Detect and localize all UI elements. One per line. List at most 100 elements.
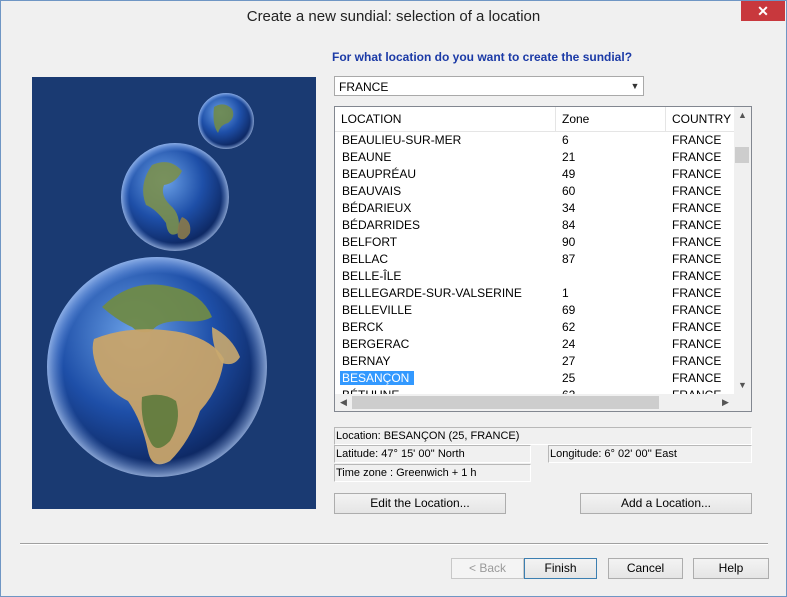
country-cell: FRANCE (672, 167, 722, 181)
country-cell: FRANCE (672, 235, 722, 249)
location-cell: BEAULIEU-SUR-MER (342, 132, 461, 149)
location-cell-text: BELLEGARDE-SUR-VALSERINE (342, 286, 522, 300)
help-button[interactable]: Help (693, 558, 769, 579)
country-cell: FRANCE (672, 218, 722, 232)
list-row[interactable]: BELFORT 90 FRANCE (335, 234, 735, 251)
zone-cell: 49 (562, 167, 576, 181)
location-cell: BERNAY (342, 353, 390, 370)
close-icon: ✕ (757, 3, 769, 19)
close-button[interactable]: ✕ (741, 1, 785, 21)
list-row[interactable]: BÉDARRIDES 84 FRANCE (335, 217, 735, 234)
small-globe (198, 93, 254, 149)
timezone-info: Time zone : Greenwich + 1 h (334, 464, 531, 482)
column-header-zone[interactable]: Zone (556, 107, 666, 131)
finish-button[interactable]: Finish (524, 558, 597, 579)
list-row[interactable]: BELLAC 87 FRANCE (335, 251, 735, 268)
country-cell: FRANCE (672, 371, 722, 385)
location-cell-text: BELFORT (342, 235, 398, 249)
globes-image (32, 77, 316, 509)
country-cell: FRANCE (672, 269, 722, 283)
country-cell: FRANCE (672, 303, 722, 317)
country-cell: FRANCE (672, 150, 722, 164)
location-cell: BEAUVAIS (342, 183, 401, 200)
location-cell-text: BESANÇON (340, 371, 415, 385)
column-header-location[interactable]: LOCATION (335, 107, 556, 131)
vertical-scrollbar[interactable]: ▲ ▼ (734, 107, 751, 394)
list-row[interactable]: BÉDARIEUX 34 FRANCE (335, 200, 735, 217)
list-row[interactable]: BEAUVAIS 60 FRANCE (335, 183, 735, 200)
location-cell: BERGERAC (342, 336, 409, 353)
dialog-window: Create a new sundial: selection of a loc… (0, 0, 787, 597)
arrow-right-icon[interactable]: ▶ (717, 394, 734, 411)
location-cell: BELFORT (342, 234, 397, 251)
longitude-info: Longitude: 6° 02' 00'' East (548, 445, 752, 463)
location-cell-text: BELLE-ÎLE (342, 269, 402, 283)
location-cell-text: BEAUPRÉAU (342, 167, 417, 181)
zone-cell: 1 (562, 286, 569, 300)
list-row[interactable]: BEAUNE 21 FRANCE (335, 149, 735, 166)
location-cell-text: BÉDARRIDES (342, 218, 421, 232)
vertical-scroll-thumb[interactable] (735, 147, 749, 163)
location-list[interactable]: LOCATION Zone COUNTRY BEAULIEU-SUR-MER 6 F… (334, 106, 752, 412)
list-row[interactable]: BERGERAC 24 FRANCE (335, 336, 735, 353)
location-cell-text: BÉDARIEUX (342, 201, 412, 215)
list-row[interactable]: BESANÇON 25 FRANCE (335, 370, 735, 387)
location-question: For what location do you want to create … (332, 50, 633, 64)
country-cell: FRANCE (672, 184, 722, 198)
zone-cell: 24 (562, 337, 576, 351)
zone-cell: 87 (562, 252, 576, 266)
zone-cell: 25 (562, 371, 576, 385)
country-cell: FRANCE (672, 133, 722, 147)
earth-illustration (32, 77, 316, 509)
location-cell: BESANÇON (340, 370, 415, 387)
zone-cell: 69 (562, 303, 576, 317)
list-row[interactable]: BELLE-ÎLE FRANCE (335, 268, 735, 285)
back-button[interactable]: < Back (451, 558, 524, 579)
country-select[interactable]: FRANCE ▼ (334, 76, 644, 96)
list-row[interactable]: BERNAY 27 FRANCE (335, 353, 735, 370)
zone-cell: 27 (562, 354, 576, 368)
chevron-down-icon[interactable]: ▼ (627, 77, 643, 95)
add-location-button[interactable]: Add a Location... (580, 493, 752, 514)
medium-globe (121, 143, 229, 251)
zone-cell: 90 (562, 235, 576, 249)
location-cell-text: BERCK (342, 320, 384, 334)
location-cell: BÉDARRIDES (342, 217, 420, 234)
large-globe (47, 257, 267, 477)
location-cell: BEAUPRÉAU (342, 166, 416, 183)
list-row[interactable]: BEAULIEU-SUR-MER 6 FRANCE (335, 132, 735, 149)
zone-cell: 60 (562, 184, 576, 198)
list-row[interactable]: BELLEVILLE 69 FRANCE (335, 302, 735, 319)
horizontal-scrollbar[interactable]: ◀ ▶ (335, 394, 734, 411)
arrow-left-icon[interactable]: ◀ (335, 394, 352, 411)
location-info: Location: BESANÇON (25, FRANCE) (334, 427, 752, 445)
list-row[interactable]: BEAUPRÉAU 49 FRANCE (335, 166, 735, 183)
edit-location-button[interactable]: Edit the Location... (334, 493, 506, 514)
list-row[interactable]: BELLEGARDE-SUR-VALSERINE 1 FRANCE (335, 285, 735, 302)
latitude-info: Latitude: 47° 15' 00'' North (334, 445, 531, 463)
location-cell: BELLEVILLE (342, 302, 412, 319)
footer-separator (20, 543, 768, 545)
zone-cell: 62 (562, 320, 576, 334)
zone-cell: 34 (562, 201, 576, 215)
location-cell: BERCK (342, 319, 383, 336)
country-cell: FRANCE (672, 354, 722, 368)
zone-cell: 6 (562, 133, 569, 147)
title-bar: Create a new sundial: selection of a loc… (1, 1, 786, 32)
country-cell: FRANCE (672, 252, 722, 266)
list-row[interactable]: BERCK 62 FRANCE (335, 319, 735, 336)
window-title: Create a new sundial: selection of a loc… (246, 8, 541, 25)
arrow-down-icon[interactable]: ▼ (734, 377, 751, 394)
location-cell-text: BEAUVAIS (342, 184, 402, 198)
country-cell: FRANCE (672, 320, 722, 334)
country-cell: FRANCE (672, 201, 722, 215)
zone-cell: 84 (562, 218, 576, 232)
country-cell: FRANCE (672, 286, 722, 300)
zone-cell: 21 (562, 150, 576, 164)
location-cell-text: BEAUNE (342, 150, 392, 164)
arrow-up-icon[interactable]: ▲ (734, 107, 751, 124)
cancel-button[interactable]: Cancel (608, 558, 683, 579)
location-cell-text: BELLAC (342, 252, 389, 266)
country-cell: FRANCE (672, 337, 722, 351)
horizontal-scroll-thumb[interactable] (352, 396, 659, 409)
